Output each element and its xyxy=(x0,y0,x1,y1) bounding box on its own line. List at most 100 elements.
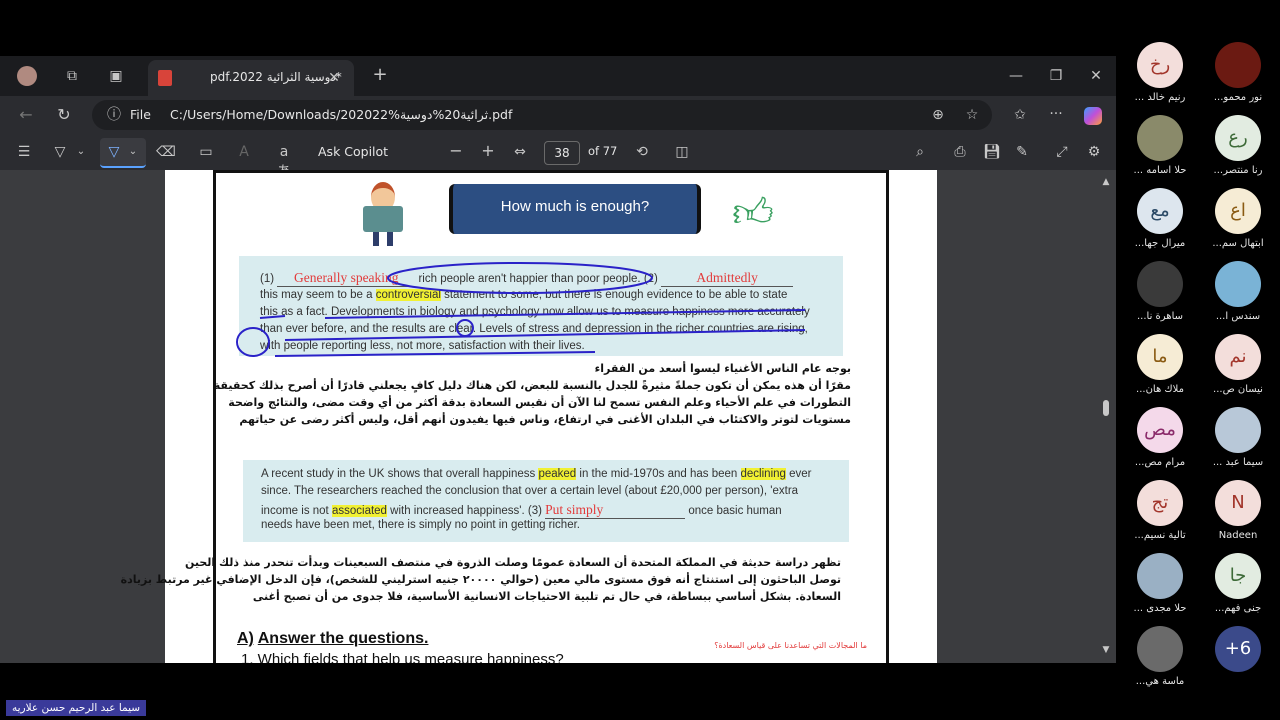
address-bar[interactable]: ⓘ File C:/Users/Home/Downloads/202022%ثر… xyxy=(92,100,992,130)
rotate-icon[interactable]: ⟲ xyxy=(632,142,652,162)
minimize-icon[interactable]: — xyxy=(1006,66,1026,86)
scroll-up-icon[interactable]: ▲ xyxy=(1100,172,1112,192)
tab-active[interactable]: pdf.2022 دوسية الثرائية* ✕ xyxy=(148,60,354,96)
avatar xyxy=(1137,626,1183,672)
participant-name: ... حلا اسامه xyxy=(1133,165,1187,176)
settings-gear-icon[interactable]: ⚙ xyxy=(1084,142,1104,162)
avatar: نم xyxy=(1215,334,1261,380)
tab-actions-icon[interactable]: ▣ xyxy=(106,66,126,86)
participant-tile[interactable]: ما ...ملاك هان xyxy=(1120,334,1200,404)
close-tab-icon[interactable]: ✕ xyxy=(326,68,342,88)
participant-name: ...نور محمو xyxy=(1213,92,1263,103)
para2-line3: income is not associated with increased … xyxy=(261,502,782,519)
participant-tile[interactable]: مص ...مرام مص xyxy=(1120,407,1200,477)
participant-tile[interactable]: جا ...جنى فهم xyxy=(1198,553,1278,623)
participant-tile[interactable]: ... حلا مجدى xyxy=(1120,553,1200,623)
participant-name: ... سيما عبد xyxy=(1212,457,1264,468)
scroll-down-icon[interactable]: ▼ xyxy=(1100,640,1112,660)
avatar: ما xyxy=(1137,334,1183,380)
avatar xyxy=(1215,261,1261,307)
participant-tile[interactable]: ... حلا اسامه xyxy=(1120,115,1200,185)
tab-bar: ⧉ ▣ pdf.2022 دوسية الثرائية* ✕ + — ❐ ✕ xyxy=(0,56,1116,96)
info-icon: ⓘ xyxy=(107,107,121,123)
arabic-line: السعادة. بشكل أساسي ببساطة، في حال تم تل… xyxy=(252,590,841,603)
question-1-arabic: ما المجالات التي تساعدنا على قياس السعاد… xyxy=(714,641,867,650)
pdf-page: How much is enough? 👍︎ (1) Generally spe… xyxy=(121,170,937,663)
contents-icon[interactable]: ☰ xyxy=(14,142,34,162)
zoom-out-icon[interactable]: − xyxy=(446,141,466,161)
avatar: تج xyxy=(1137,480,1183,526)
participant-tile[interactable]: ...ساهرة نا xyxy=(1120,261,1200,331)
ask-copilot-button[interactable]: Ask Copilot xyxy=(318,144,388,159)
arabic-line: توصل الباحثون إلى استنتاج أنه فوق مستوى … xyxy=(120,573,841,586)
highlight-icon[interactable]: ▽ xyxy=(50,142,70,162)
avatar: مص xyxy=(1137,407,1183,453)
more-menu-icon[interactable]: ··· xyxy=(1046,104,1066,124)
workspaces-icon[interactable]: ⧉ xyxy=(62,66,82,86)
text-box-icon[interactable]: ▭ xyxy=(196,142,216,162)
scrollbar[interactable]: ▲ ▼ xyxy=(1100,170,1112,663)
scrollbar-thumb[interactable] xyxy=(1103,400,1109,416)
refresh-icon[interactable]: ↻ xyxy=(54,105,74,125)
page-total: of 77 xyxy=(588,144,618,158)
fullscreen-icon[interactable]: ⤢ xyxy=(1052,142,1072,162)
save-icon[interactable]: 💾︎ xyxy=(982,142,1002,162)
draw-tool-active[interactable]: ▽ ⌄ xyxy=(100,138,146,168)
participant-tile[interactable]: رع ...رنا منتصر xyxy=(1198,115,1278,185)
avatar xyxy=(1215,407,1261,453)
arabic-line: بوجه عام الناس الأغنياء ليسوا أسعد من ال… xyxy=(594,362,851,375)
avatar xyxy=(1137,553,1183,599)
para2-line2: since. The researchers reached the concl… xyxy=(261,485,799,497)
participant-name: ...ماسة هي xyxy=(1135,676,1185,687)
restore-icon[interactable]: ❐ xyxy=(1046,66,1066,86)
save-as-icon[interactable]: ✎ xyxy=(1012,142,1032,162)
participant-tile[interactable]: مع ...ميرال جها xyxy=(1120,188,1200,258)
chevron-down-icon[interactable]: ⌄ xyxy=(74,142,88,162)
zoom-in-icon[interactable]: + xyxy=(478,141,498,161)
participants-panel: رخ ... رنيم خالد ...نور محمو ... حلا اسامه ر… xyxy=(1116,40,1280,690)
zoom-icon[interactable]: ⊕ xyxy=(928,105,948,125)
fit-page-icon[interactable]: ⇔ xyxy=(510,142,530,162)
avatar: مع xyxy=(1137,188,1183,234)
participant-tile[interactable]: ...نور محمو xyxy=(1198,42,1278,112)
url-text: C:/Users/Home/Downloads/202022%ثرائية20%… xyxy=(170,107,513,122)
participant-name: Nadeen xyxy=(1218,530,1258,541)
para2-line4: needs have been met, there is simply no … xyxy=(261,519,580,531)
participant-tile[interactable]: N Nadeen xyxy=(1198,480,1278,550)
participant-tile[interactable]: تج ...تالية نسيم xyxy=(1120,480,1200,550)
participant-tile[interactable]: نم ...نيسان ص xyxy=(1198,334,1278,404)
close-window-icon[interactable]: ✕ xyxy=(1086,66,1106,86)
para2-line1: A recent study in the UK shows that over… xyxy=(261,468,812,480)
avatar xyxy=(1137,261,1183,307)
participant-name: ...نيسان ص xyxy=(1213,384,1263,395)
avatar: رع xyxy=(1215,115,1261,161)
participant-tile[interactable]: ...سندس ا xyxy=(1198,261,1278,331)
avatar: +6 xyxy=(1215,626,1261,672)
pdf-viewer[interactable]: How much is enough? 👍︎ (1) Generally spe… xyxy=(0,170,1116,663)
participant-name: ...ملاك هان xyxy=(1136,384,1184,395)
participant-name: ... رنيم خالد xyxy=(1134,92,1186,103)
participant-name: ...ميرال جها xyxy=(1134,238,1186,249)
search-icon[interactable]: ⌕ xyxy=(910,142,930,162)
profile-avatar[interactable] xyxy=(17,66,37,86)
participant-tile[interactable]: ... سيما عبد xyxy=(1198,407,1278,477)
new-tab-icon[interactable]: + xyxy=(370,65,390,85)
participant-tile[interactable]: ...ماسة هي xyxy=(1120,626,1200,696)
browser-window: ⧉ ▣ pdf.2022 دوسية الثرائية* ✕ + — ❐ ✕ ←… xyxy=(0,56,1116,663)
participant-tile[interactable]: +6 xyxy=(1198,626,1278,696)
add-text-icon[interactable]: A xyxy=(234,142,254,162)
copilot-icon[interactable] xyxy=(1084,107,1102,125)
favorite-icon[interactable]: ☆ xyxy=(962,105,982,125)
arabic-line: مستويات لتوتر والاكتئاب في البلدان الأغن… xyxy=(239,413,851,426)
print-icon[interactable]: ⎙ xyxy=(950,142,970,162)
back-icon[interactable]: ← xyxy=(16,105,36,125)
question-1: 1. Which fields that help us measure hap… xyxy=(241,651,564,663)
participant-tile[interactable]: رخ ... رنيم خالد xyxy=(1120,42,1200,112)
participant-tile[interactable]: اع ...ابتهال سم xyxy=(1198,188,1278,258)
page-number-input[interactable]: 38 xyxy=(544,141,580,165)
favorites-bar-icon[interactable]: ✩ xyxy=(1010,105,1030,125)
page-view-icon[interactable]: ◫ xyxy=(672,142,692,162)
eraser-icon[interactable]: ⌫ xyxy=(156,142,176,162)
section-heading: A) Answer the questions. xyxy=(237,630,429,647)
url-scheme-label: File xyxy=(130,107,151,122)
